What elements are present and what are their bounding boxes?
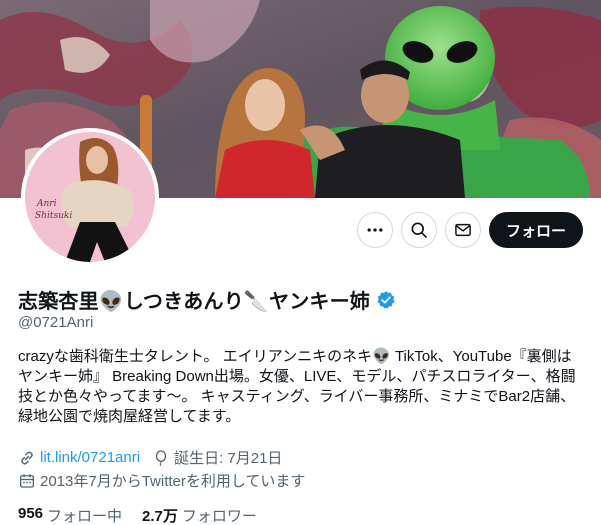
followers-count: 2.7万 <box>142 508 178 525</box>
bio-line: crazyな歯科衛生士タレント。 エイリアンニキのネキ👽 TikTok、YouT… <box>18 348 572 365</box>
joined-item: 2013年7月からTwitterを利用しています <box>18 470 305 491</box>
avatar-caption-1: Anri <box>36 199 57 209</box>
avatar-image: Anri Shitsuki <box>25 132 155 262</box>
following-label: フォロー中 <box>47 508 123 525</box>
display-name-row: 志築杏里👽しつきあんり🔪ヤンキー姉 <box>18 285 396 314</box>
birthday-item: 誕生日: 7月21日 <box>152 447 282 468</box>
website-item: lit.link/0721anri <box>18 449 140 467</box>
following-count: 956 <box>18 505 44 522</box>
message-icon <box>455 223 471 237</box>
display-name: 志築杏里👽しつきあんり🔪ヤンキー姉 <box>18 291 371 313</box>
profile-avatar[interactable]: Anri Shitsuki <box>21 128 159 266</box>
bio-line: ヤンキー姉』 Breaking Down出場。女優、LIVE、モデル、パチスロラ… <box>18 368 576 385</box>
birthday-text: 誕生日: 7月21日 <box>174 450 283 467</box>
profile-header: Anri Shitsuki フォロー 志築杏里👽しつきあんり🔪ヤンキー姉 @07… <box>0 0 601 525</box>
avatar-caption-2: Shitsuki <box>35 211 72 221</box>
message-button[interactable] <box>445 212 481 248</box>
calendar-icon <box>19 473 35 488</box>
profile-actions: フォロー <box>357 212 583 248</box>
follow-counts: 956 フォロー中 2.7万 フォロワー <box>18 505 257 525</box>
joined-text: 2013年7月からTwitterを利用しています <box>40 473 306 490</box>
followers-label: フォロワー <box>181 508 257 525</box>
bio-line: 技とか色々やってます〜。 キャスティング、ライバー事務所、ミナミでBar2店舗、 <box>18 388 576 405</box>
follow-button[interactable]: フォロー <box>489 212 583 248</box>
profile-joined-row: 2013年7月からTwitterを利用しています <box>18 470 317 491</box>
link-icon <box>21 450 33 465</box>
search-icon <box>411 222 427 238</box>
profile-meta-row: lit.link/0721anri 誕生日: 7月21日 <box>18 447 294 468</box>
following-link[interactable]: 956 フォロー中 <box>18 505 122 525</box>
search-button[interactable] <box>401 212 437 248</box>
profile-handle: @0721Anri <box>18 314 94 331</box>
followers-link[interactable]: 2.7万 フォロワー <box>142 505 257 525</box>
more-button[interactable] <box>357 212 393 248</box>
verified-badge-icon[interactable] <box>376 290 396 310</box>
profile-bio: crazyな歯科衛生士タレント。 エイリアンニキのネキ👽 TikTok、YouT… <box>18 347 588 427</box>
balloon-icon <box>155 449 167 466</box>
website-link[interactable]: lit.link/0721anri <box>40 449 140 466</box>
more-icon <box>367 228 383 232</box>
bio-line: 緑地公園で焼肉屋経営してます。 <box>18 408 241 425</box>
